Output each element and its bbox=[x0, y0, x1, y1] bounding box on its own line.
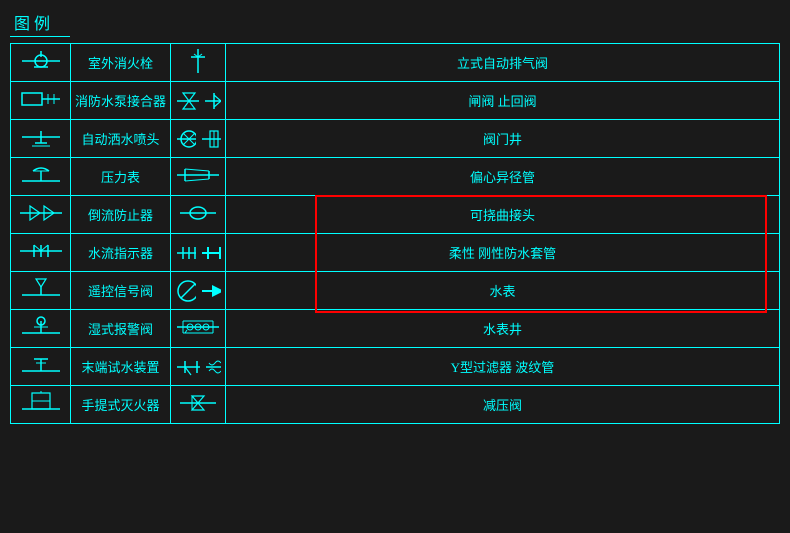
desc-cell: 偏心异径管 bbox=[226, 158, 780, 196]
sprinkler-icon bbox=[18, 123, 64, 151]
water-meter-syms bbox=[175, 277, 221, 305]
icon-cell bbox=[171, 272, 226, 310]
symbol-cell bbox=[11, 386, 71, 424]
check-valve-icon bbox=[203, 87, 221, 115]
symbol-cell bbox=[11, 196, 71, 234]
icon-cell bbox=[171, 234, 226, 272]
reducer-icon bbox=[175, 161, 221, 189]
icon-cell bbox=[171, 386, 226, 424]
table-row: 压力表 偏心异径管 bbox=[11, 158, 780, 196]
bellows-icon bbox=[204, 353, 221, 381]
water-meter-box-icon bbox=[175, 313, 221, 341]
flex-sleeve-icon bbox=[175, 239, 196, 267]
table-row: 自动洒水喷头 bbox=[11, 120, 780, 158]
butterfly-valve-icon bbox=[200, 125, 221, 153]
pressure-gauge-icon bbox=[18, 161, 64, 189]
wet-alarm-valve-icon bbox=[18, 313, 64, 341]
symbol-cell bbox=[11, 120, 71, 158]
name-cell: 室外消火栓 bbox=[71, 44, 171, 82]
name-cell: 消防水泵接合器 bbox=[71, 82, 171, 120]
symbol-cell bbox=[11, 310, 71, 348]
symbol-cell bbox=[11, 272, 71, 310]
water-meter-arrow-icon bbox=[200, 277, 221, 305]
pressure-reduce-icon bbox=[178, 389, 218, 417]
auto-vent-icon bbox=[183, 47, 213, 75]
icon-cell bbox=[171, 158, 226, 196]
symbol-cell bbox=[11, 82, 71, 120]
page-title: 图 例 bbox=[10, 10, 70, 37]
y-filter-icons bbox=[175, 353, 221, 381]
water-meter-sym-icon bbox=[175, 277, 196, 305]
desc-cell: 水表井 bbox=[226, 310, 780, 348]
table-row: 室外消火栓 立式自动排气阀 bbox=[11, 44, 780, 82]
desc-cell: 阀门井 bbox=[226, 120, 780, 158]
symbol-cell bbox=[11, 234, 71, 272]
table-row: 消防水泵接合器 bbox=[11, 82, 780, 120]
table-row: 手提式灭火器 减压阀 bbox=[11, 386, 780, 424]
icon-cell bbox=[171, 120, 226, 158]
table-row: 水流指示器 bbox=[11, 234, 780, 272]
main-container: 图 例 室外消火栓 bbox=[0, 0, 790, 533]
symbol-cell bbox=[11, 158, 71, 196]
motor-valve-icon bbox=[175, 125, 196, 153]
icon-cell bbox=[171, 310, 226, 348]
desc-cell: Y型过滤器 波纹管 bbox=[226, 348, 780, 386]
flex-rigid-icons bbox=[175, 239, 221, 267]
desc-cell: 减压阀 bbox=[226, 386, 780, 424]
desc-cell: 闸阀 止回阀 bbox=[226, 82, 780, 120]
portable-extinguisher-icon bbox=[18, 389, 64, 417]
name-cell: 手提式灭火器 bbox=[71, 386, 171, 424]
backflow-preventer-icon bbox=[18, 199, 64, 227]
remote-signal-valve-icon bbox=[18, 275, 64, 303]
icon-cell bbox=[171, 196, 226, 234]
icon-cell bbox=[171, 348, 226, 386]
icon-cell bbox=[171, 44, 226, 82]
name-cell: 压力表 bbox=[71, 158, 171, 196]
outdoor-hydrant-icon bbox=[18, 47, 64, 75]
rigid-sleeve-icon bbox=[200, 239, 221, 267]
legend-table: 室外消火栓 立式自动排气阀 bbox=[10, 43, 780, 424]
name-cell: 倒流防止器 bbox=[71, 196, 171, 234]
symbol-cell bbox=[11, 348, 71, 386]
symbol-cell bbox=[11, 44, 71, 82]
desc-cell: 水表 bbox=[226, 272, 780, 310]
table-row: 倒流防止器 可挠曲接头 bbox=[11, 196, 780, 234]
gate-valve-icon bbox=[175, 87, 199, 115]
desc-cell: 柔性 刚性防水套管 bbox=[226, 234, 780, 272]
table-row: 末端试水装置 bbox=[11, 348, 780, 386]
pump-adapter-icon bbox=[18, 85, 64, 113]
gate-check-icons bbox=[175, 87, 221, 115]
name-cell: 末端试水装置 bbox=[71, 348, 171, 386]
table-row: 遥控信号阀 bbox=[11, 272, 780, 310]
icon-cell bbox=[171, 82, 226, 120]
name-cell: 自动洒水喷头 bbox=[71, 120, 171, 158]
end-test-device-icon bbox=[18, 351, 64, 379]
desc-cell: 立式自动排气阀 bbox=[226, 44, 780, 82]
y-filter-icon bbox=[175, 353, 200, 381]
name-cell: 湿式报警阀 bbox=[71, 310, 171, 348]
table-row: 湿式报警阀 bbox=[11, 310, 780, 348]
flex-joint-icon bbox=[178, 199, 218, 227]
name-cell: 遥控信号阀 bbox=[71, 272, 171, 310]
flow-indicator-icon bbox=[18, 237, 64, 265]
name-cell: 水流指示器 bbox=[71, 234, 171, 272]
desc-cell: 可挠曲接头 bbox=[226, 196, 780, 234]
motor-butterfly-icons bbox=[175, 125, 221, 153]
